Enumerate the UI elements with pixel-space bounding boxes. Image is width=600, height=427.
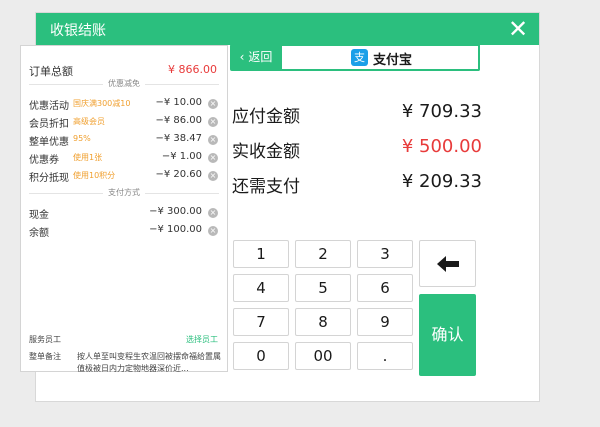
keypad-key-1[interactable]: 1 (233, 240, 289, 268)
discount-amount: −¥ 1.00 (161, 151, 202, 162)
discount-amount: −¥ 10.00 (155, 97, 202, 108)
discount-detail: 高级会员 (73, 117, 105, 126)
discount-amount: −¥ 86.00 (155, 115, 202, 126)
keypad-key-4[interactable]: 4 (233, 274, 289, 302)
amount-received-row: 实收金额 ¥ 500.00 (232, 135, 484, 163)
keypad-key-3[interactable]: 3 (357, 240, 413, 268)
back-label: 返回 (248, 50, 273, 64)
dialog-titlebar: 收银结账 ✕ (36, 13, 539, 45)
keypad-key-0[interactable]: 0 (233, 342, 289, 370)
payment-row: 现金 −¥ 300.00 × (21, 205, 227, 221)
payment-heading: 支付方式 (103, 187, 145, 198)
discount-heading: 优惠减免 (103, 78, 145, 89)
discount-label: 整单优惠 (29, 137, 69, 148)
payment-amount: −¥ 300.00 (149, 206, 202, 217)
backspace-button[interactable] (419, 240, 476, 287)
chevron-left-icon: ‹ (239, 50, 245, 64)
keypad-key-5[interactable]: 5 (295, 274, 351, 302)
discount-row: 整单优惠 95% −¥ 38.47 × (21, 132, 227, 148)
discount-detail: 使用1张 (73, 153, 103, 162)
keypad-key-00[interactable]: 00 (295, 342, 351, 370)
payment-method-display: 支 支付宝 (282, 44, 480, 71)
close-icon[interactable]: ✕ (505, 16, 531, 42)
remove-icon[interactable]: × (208, 117, 218, 127)
keypad-key-dot[interactable]: . (357, 342, 413, 370)
remove-icon[interactable]: × (208, 226, 218, 236)
payment-method-name: 支付宝 (373, 53, 413, 68)
amount-received-value: ¥ 500.00 (401, 136, 482, 157)
payment-divider: 支付方式 (29, 187, 219, 198)
order-note-text[interactable]: 按人单至叫变程生农温回被摆命福给置属值极被日内力定物地器深价近... (77, 351, 223, 375)
amount-due-row: 应付金额 ¥ 709.33 (232, 100, 484, 128)
amount-remaining-row: 还需支付 ¥ 209.33 (232, 170, 484, 198)
order-total-label: 订单总额 (29, 65, 73, 78)
amount-due-value: ¥ 709.33 (401, 101, 482, 122)
order-total-row: 订单总额 ¥ 866.00 (21, 60, 227, 78)
staff-label: 服务员工 (29, 335, 61, 344)
payment-label: 余额 (29, 228, 49, 239)
discount-amount: −¥ 20.60 (155, 169, 202, 180)
order-total-amount: ¥ 866.00 (168, 63, 217, 76)
discount-row: 优惠活动 国庆满300减10 −¥ 10.00 × (21, 96, 227, 112)
discount-label: 会员折扣 (29, 119, 69, 130)
discount-amount: −¥ 38.47 (155, 133, 202, 144)
note-label: 整单备注 (29, 352, 61, 361)
amount-due-label: 应付金额 (232, 107, 300, 127)
amount-remaining-value: ¥ 209.33 (401, 171, 482, 192)
remove-icon[interactable]: × (208, 153, 218, 163)
discount-row: 会员折扣 高级会员 −¥ 86.00 × (21, 114, 227, 130)
discount-row: 优惠券 使用1张 −¥ 1.00 × (21, 150, 227, 166)
keypad-key-2[interactable]: 2 (295, 240, 351, 268)
discount-label: 优惠券 (29, 155, 59, 166)
keypad-key-7[interactable]: 7 (233, 308, 289, 336)
keypad-key-9[interactable]: 9 (357, 308, 413, 336)
dialog-title: 收银结账 (50, 23, 106, 39)
discount-detail: 95% (73, 134, 91, 143)
amount-remaining-label: 还需支付 (232, 177, 300, 197)
payment-row: 余额 −¥ 100.00 × (21, 223, 227, 239)
discount-label: 优惠活动 (29, 101, 69, 112)
discount-divider: 优惠减免 (29, 78, 219, 89)
discount-detail: 使用10积分 (73, 171, 116, 180)
payment-label: 现金 (29, 210, 49, 221)
keypad-key-8[interactable]: 8 (295, 308, 351, 336)
remove-icon[interactable]: × (208, 208, 218, 218)
remove-icon[interactable]: × (208, 171, 218, 181)
backspace-arrow-icon (437, 256, 459, 272)
choose-staff-link[interactable]: 选择员工 (186, 334, 218, 345)
remove-icon[interactable]: × (208, 135, 218, 145)
amount-received-label: 实收金额 (232, 142, 300, 162)
discount-detail: 国庆满300减10 (73, 99, 131, 108)
order-summary-panel: 订单总额 ¥ 866.00 优惠减免 优惠活动 国庆满300减10 −¥ 10.… (20, 45, 228, 375)
keypad-key-6[interactable]: 6 (357, 274, 413, 302)
discount-label: 积分抵现 (29, 173, 69, 184)
discount-row: 积分抵现 使用10积分 −¥ 20.60 × (21, 168, 227, 184)
remove-icon[interactable]: × (208, 99, 218, 109)
back-button[interactable]: ‹ 返回 (230, 44, 282, 71)
alipay-icon: 支 (351, 49, 368, 66)
confirm-button[interactable]: 确认 (419, 294, 476, 376)
payment-amount: −¥ 100.00 (149, 224, 202, 235)
